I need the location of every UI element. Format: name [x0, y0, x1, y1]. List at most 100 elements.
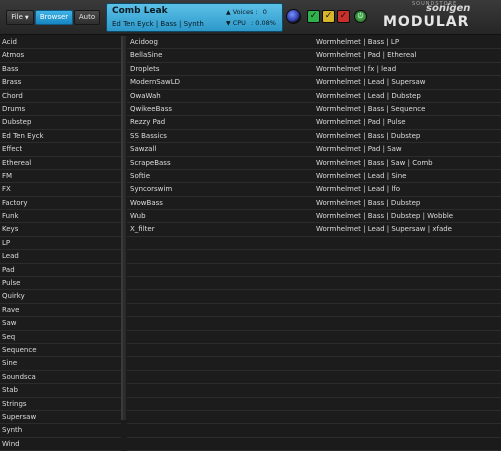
- preset-row[interactable]: Sawzall Wormhelmet | Pad | Saw: [127, 143, 501, 157]
- category-item[interactable]: FX: [0, 183, 121, 197]
- browser-button[interactable]: Browser: [35, 10, 73, 25]
- category-item[interactable]: Supersaw: [0, 411, 121, 425]
- preset-row[interactable]: OwaWah Wormhelmet | Lead | Dubstep: [127, 90, 501, 103]
- preset-name: Sawzall: [130, 145, 157, 154]
- preset-tags: Wormhelmet | Bass | Dubstep | Wobble: [316, 212, 454, 221]
- voices-value: 0: [262, 8, 267, 16]
- empty-row: [127, 398, 501, 411]
- voices-label: Voices :: [232, 8, 258, 16]
- category-item[interactable]: Wind: [0, 438, 121, 451]
- category-item[interactable]: Rave: [0, 304, 121, 318]
- preset-row[interactable]: BellaSine Wormhelmet | Pad | Ethereal: [127, 49, 501, 63]
- preset-row[interactable]: SS Bassics Wormhelmet | Bass | Dubstep: [127, 130, 501, 144]
- preset-row[interactable]: X_filter Wormhelmet | Lead | Supersaw | x…: [127, 223, 501, 237]
- empty-row: [127, 357, 501, 371]
- category-item[interactable]: Atmos: [0, 49, 121, 63]
- category-item[interactable]: Ed Ten Eyck: [0, 130, 121, 144]
- preset-row[interactable]: QwikeeBass Wormhelmet | Bass | Sequence: [127, 103, 501, 117]
- category-item[interactable]: Stab: [0, 384, 121, 398]
- category-item[interactable]: Brass: [0, 76, 121, 90]
- preset-name: Wub: [130, 212, 146, 221]
- preset-tags: Wormhelmet | Pad | Pulse: [316, 118, 406, 127]
- file-menu-label: File: [11, 13, 23, 21]
- preset-tags: Wormhelmet | Lead | lfo: [316, 185, 401, 194]
- preset-row[interactable]: Rezzy Pad Wormhelmet | Pad | Pulse: [127, 116, 501, 130]
- patch-display[interactable]: Comb Leak Ed Ten Eyck | Bass | Synth ▲ V…: [106, 3, 283, 32]
- preset-name: SS Bassics: [130, 131, 167, 140]
- category-item[interactable]: Strings: [0, 398, 121, 411]
- preset-tags: Wormhelmet | Lead | Supersaw: [316, 78, 426, 87]
- volume-knob[interactable]: [286, 9, 301, 24]
- preset-row[interactable]: Wub Wormhelmet | Bass | Dubstep | Wobble: [127, 210, 501, 224]
- category-item[interactable]: Sequence: [0, 344, 121, 358]
- category-item[interactable]: Keys: [0, 223, 121, 237]
- cpu-label: CPU: [232, 19, 246, 27]
- preset-row[interactable]: Acidoog Wormhelmet | Bass | LP: [127, 36, 501, 50]
- category-item[interactable]: Soundsca: [0, 371, 121, 385]
- check-green-icon[interactable]: ✓: [307, 10, 320, 23]
- power-icon[interactable]: ⏻: [354, 10, 367, 23]
- brand-logo-top: sonigen: [426, 3, 471, 14]
- patch-name: Comb Leak: [112, 6, 168, 16]
- category-item[interactable]: LP: [0, 237, 121, 251]
- voices-meter: ▲ Voices : 0: [226, 8, 267, 16]
- preset-tags: Wormhelmet | Bass | Dubstep: [316, 198, 421, 207]
- empty-row: [127, 384, 501, 398]
- preset-row[interactable]: ScrapeBass Wormhelmet | Bass | Saw | Comb: [127, 157, 501, 170]
- patch-tags: Ed Ten Eyck | Bass | Synth: [112, 20, 204, 28]
- preset-name: WowBass: [130, 198, 163, 207]
- empty-row: [127, 411, 501, 425]
- file-menu-button[interactable]: File ▼: [6, 10, 34, 25]
- preset-name: OwaWah: [130, 91, 161, 100]
- empty-row: [127, 264, 501, 278]
- chevron-down-icon: ▼: [24, 15, 29, 21]
- empty-row: [127, 331, 501, 344]
- preset-name: Droplets: [130, 64, 160, 73]
- preset-tags: Wormhelmet | Bass | LP: [316, 38, 400, 46]
- check-red-icon[interactable]: ✓: [337, 10, 350, 23]
- preset-row[interactable]: Softie Wormhelmet | Lead | Sine: [127, 170, 501, 184]
- category-item[interactable]: Effect: [0, 143, 121, 157]
- preset-name: Acidoog: [130, 38, 158, 46]
- pane-splitter[interactable]: [123, 36, 126, 420]
- preset-row[interactable]: Syncorswim Wormhelmet | Lead | lfo: [127, 183, 501, 197]
- preset-name: BellaSine: [130, 51, 163, 60]
- preset-row[interactable]: Droplets Wormhelmet | fx | lead: [127, 63, 501, 77]
- empty-row: [127, 424, 501, 438]
- category-item[interactable]: Saw: [0, 317, 121, 331]
- category-item[interactable]: Funk: [0, 210, 121, 224]
- preset-name: Rezzy Pad: [130, 118, 166, 127]
- preset-name: ScrapeBass: [130, 158, 171, 167]
- category-item[interactable]: Quirky: [0, 290, 121, 304]
- preset-row[interactable]: WowBass Wormhelmet | Bass | Dubstep: [127, 197, 501, 211]
- preset-name: X_filter: [130, 225, 155, 234]
- category-item[interactable]: Pulse: [0, 277, 121, 291]
- category-item[interactable]: Drums: [0, 103, 121, 117]
- category-item[interactable]: Chord: [0, 90, 121, 103]
- category-item[interactable]: Factory: [0, 197, 121, 211]
- category-item[interactable]: Bass: [0, 63, 121, 77]
- preset-tags: Wormhelmet | Bass | Sequence: [316, 104, 426, 113]
- preset-name: QwikeeBass: [130, 104, 172, 113]
- cpu-meter: ▼ CPU : 0.08%: [226, 19, 276, 27]
- auto-button[interactable]: Auto: [74, 10, 100, 25]
- category-item[interactable]: FM: [0, 170, 121, 184]
- category-item[interactable]: Pad: [0, 264, 121, 278]
- preset-list: Acidoog Wormhelmet | Bass | LP BellaSine Wo…: [127, 36, 501, 451]
- category-item[interactable]: Sine: [0, 357, 121, 371]
- category-item[interactable]: Dubstep: [0, 116, 121, 130]
- empty-row: [127, 290, 501, 304]
- category-item[interactable]: Lead: [0, 250, 121, 264]
- check-yellow-icon[interactable]: ✓: [322, 10, 335, 23]
- category-item[interactable]: Ethereal: [0, 157, 121, 170]
- preset-row[interactable]: ModernSawLD Wormhelmet | Lead | Supersaw: [127, 76, 501, 90]
- brand-logo-main: MODULAR: [383, 14, 470, 30]
- category-item[interactable]: Synth: [0, 424, 121, 438]
- cpu-value: : 0.08%: [251, 19, 276, 27]
- preset-name: Syncorswim: [130, 185, 173, 194]
- category-item[interactable]: Acid: [0, 36, 121, 50]
- category-item[interactable]: Seq: [0, 331, 121, 344]
- empty-row: [127, 317, 501, 331]
- preset-tags: Wormhelmet | Pad | Saw: [316, 145, 402, 154]
- preset-tags: Wormhelmet | Pad | Ethereal: [316, 51, 417, 60]
